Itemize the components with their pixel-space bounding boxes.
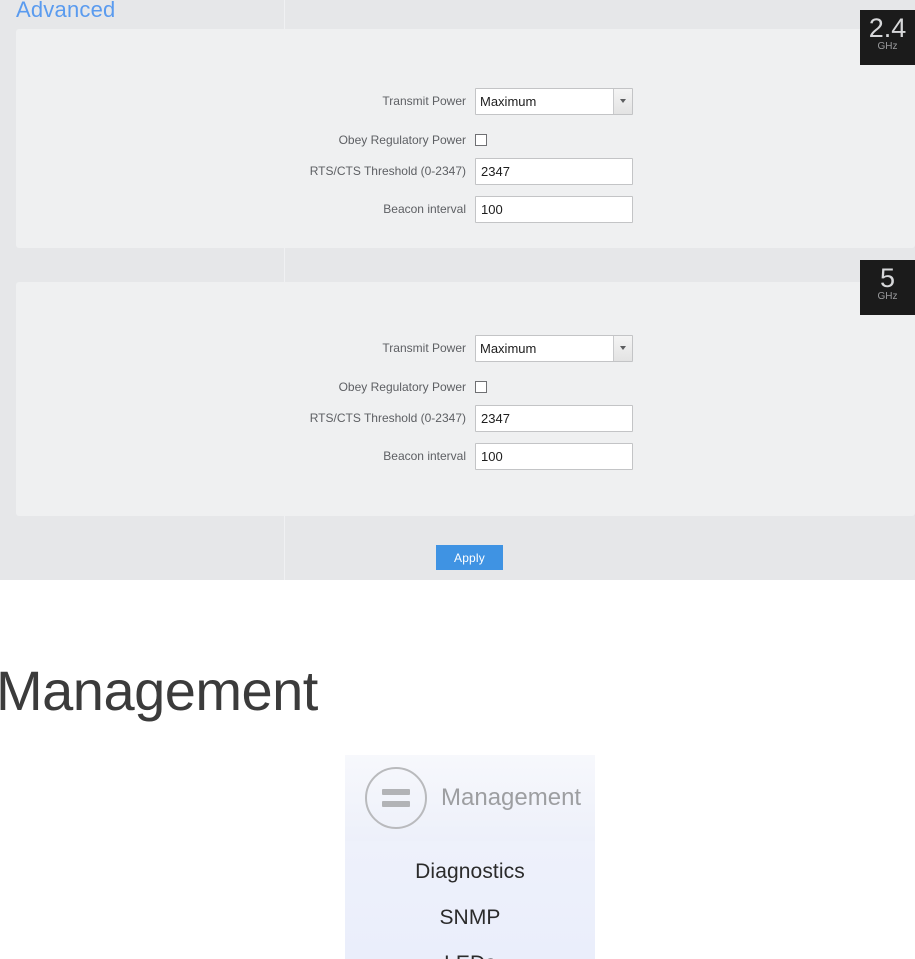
management-menu-list: Diagnostics SNMP LEDs — [345, 841, 595, 959]
management-menu-header-label: Management — [441, 784, 582, 811]
transmit-power-select-5[interactable]: Maximum — [475, 334, 633, 362]
row-beacon-interval-5: Beacon interval — [16, 441, 915, 471]
row-obey-regulatory-2-4: Obey Regulatory Power — [16, 125, 915, 155]
management-section-heading: Management — [0, 659, 318, 722]
rts-cts-input-5[interactable] — [475, 404, 633, 432]
row-transmit-power-5: Transmit Power Maximum — [16, 333, 915, 363]
beacon-interval-label-2-4: Beacon interval — [383, 202, 466, 216]
beacon-interval-input-5[interactable] — [475, 442, 633, 470]
management-menu-header[interactable]: Management — [345, 755, 595, 841]
band-panel-2-4ghz: Transmit Power Maximum Obey Regulatory P… — [16, 29, 915, 248]
band-badge-unit-5: GHz — [877, 291, 898, 302]
band-badge-number-5: 5 — [879, 263, 896, 293]
row-obey-regulatory-5: Obey Regulatory Power — [16, 372, 915, 402]
rts-cts-label-2-4: RTS/CTS Threshold (0-2347) — [309, 164, 466, 178]
obey-regulatory-checkbox-5[interactable] — [475, 381, 487, 393]
row-transmit-power-2-4: Transmit Power Maximum — [16, 86, 915, 116]
transmit-power-label-2-4: Transmit Power — [382, 94, 466, 108]
obey-regulatory-label-5: Obey Regulatory Power — [338, 380, 466, 394]
beacon-interval-label-5: Beacon interval — [383, 449, 466, 463]
menu-item-leds[interactable]: LEDs — [345, 941, 595, 959]
obey-regulatory-label-2-4: Obey Regulatory Power — [338, 133, 466, 147]
advanced-settings-capture: Advanced Transmit Power Maximum Obey Reg… — [0, 0, 915, 580]
obey-regulatory-checkbox-2-4[interactable] — [475, 134, 487, 146]
row-rts-cts-5: RTS/CTS Threshold (0-2347) — [16, 403, 915, 433]
menu-item-snmp[interactable]: SNMP — [345, 895, 595, 941]
transmit-power-select-wrap-2-4: Maximum — [475, 87, 633, 115]
rts-cts-label-5: RTS/CTS Threshold (0-2347) — [309, 411, 466, 425]
row-rts-cts-2-4: RTS/CTS Threshold (0-2347) — [16, 156, 915, 186]
row-beacon-interval-2-4: Beacon interval — [16, 194, 915, 224]
transmit-power-select-wrap-5: Maximum — [475, 334, 633, 362]
hamburger-circle-icon — [365, 767, 427, 829]
transmit-power-label-5: Transmit Power — [382, 341, 466, 355]
management-menu-panel: Management Diagnostics SNMP LEDs — [345, 755, 595, 959]
rts-cts-input-2-4[interactable] — [475, 157, 633, 185]
band-panel-5ghz: Transmit Power Maximum Obey Regulatory P… — [16, 282, 915, 516]
menu-item-diagnostics[interactable]: Diagnostics — [345, 849, 595, 895]
page-title: Advanced — [16, 0, 116, 22]
band-badge-2-4ghz: 2.4 GHz — [860, 10, 915, 65]
band-badge-5ghz: 5 GHz — [860, 260, 915, 315]
beacon-interval-input-2-4[interactable] — [475, 195, 633, 223]
band-badge-number-2-4: 2.4 — [868, 13, 907, 43]
transmit-power-select-2-4[interactable]: Maximum — [475, 87, 633, 115]
apply-button[interactable]: Apply — [436, 545, 503, 570]
